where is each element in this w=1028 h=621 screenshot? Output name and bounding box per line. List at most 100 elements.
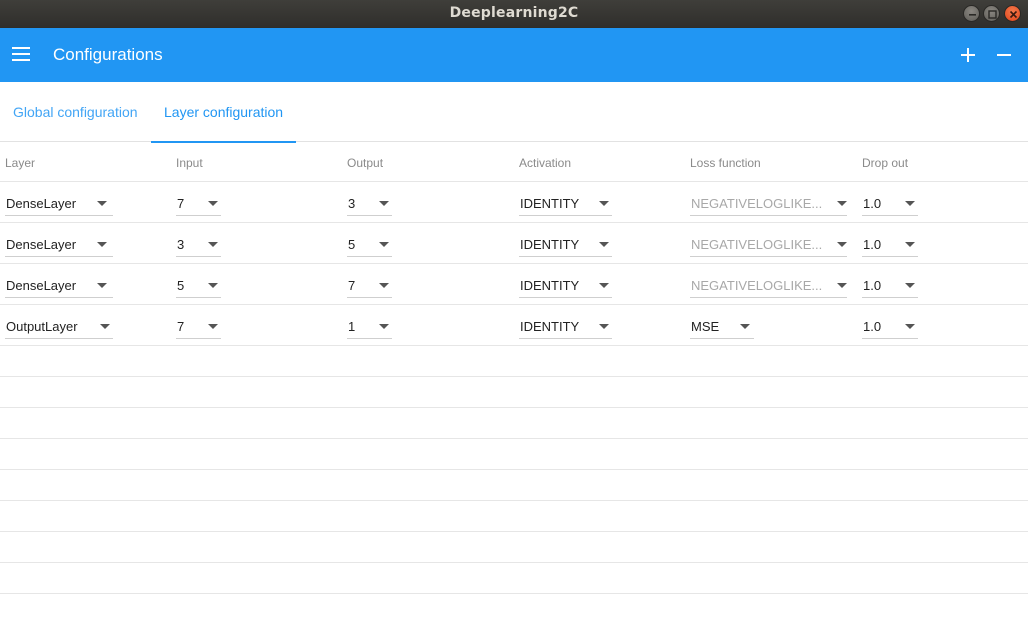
dropdown-arrow-icon: [599, 324, 609, 329]
loss-function-select[interactable]: NEGATIVELOGLIKE...: [690, 231, 847, 257]
empty-row: [0, 346, 1028, 377]
dropdown-arrow-icon: [208, 324, 218, 329]
layer-type-select[interactable]: DenseLayer: [5, 190, 113, 216]
dropdown-arrow-icon: [97, 283, 107, 288]
window-minimize-button[interactable]: [963, 5, 980, 22]
layer-type-select[interactable]: DenseLayer: [5, 272, 113, 298]
loss-function-select[interactable]: NEGATIVELOGLIKE...: [690, 190, 847, 216]
loss-function-value: NEGATIVELOGLIKE...: [691, 237, 823, 252]
dropdown-arrow-icon: [208, 242, 218, 247]
layer-type-value: DenseLayer: [6, 196, 77, 211]
dropdown-arrow-icon: [208, 201, 218, 206]
dropdown-arrow-icon: [740, 324, 750, 329]
close-icon: [1009, 10, 1018, 19]
window-titlebar: Deeplearning2C: [0, 0, 1028, 28]
output-value: 3: [348, 196, 356, 211]
output-select[interactable]: 3: [347, 190, 392, 216]
dropdown-arrow-icon: [208, 283, 218, 288]
activation-select[interactable]: IDENTITY: [519, 190, 612, 216]
layer-table: Layer Input Output Activation Loss funct…: [0, 142, 1028, 594]
tab-bar: Global configuration Layer configuration: [0, 82, 1028, 143]
dropdown-arrow-icon: [905, 324, 915, 329]
dropout-value: 1.0: [863, 278, 882, 293]
output-select[interactable]: 7: [347, 272, 392, 298]
dropout-select[interactable]: 1.0: [862, 231, 918, 257]
header-input: Input: [176, 156, 203, 170]
tab-layer-configuration[interactable]: Layer configuration: [151, 82, 297, 143]
table-row: OutputLayer 7 1 IDENTITY MSE 1.0: [0, 305, 1028, 346]
loss-function-value: NEGATIVELOGLIKE...: [691, 278, 823, 293]
minimize-icon: [969, 14, 976, 16]
input-value: 3: [177, 237, 185, 252]
empty-row: [0, 563, 1028, 594]
window-title: Deeplearning2C: [449, 5, 579, 21]
dropdown-arrow-icon: [837, 201, 847, 206]
layer-type-value: OutputLayer: [6, 319, 78, 334]
header-layer: Layer: [5, 156, 36, 170]
empty-row: [0, 377, 1028, 408]
loss-function-select[interactable]: MSE: [690, 313, 754, 339]
plus-icon: [961, 48, 975, 62]
dropdown-arrow-icon: [905, 242, 915, 247]
layer-type-value: DenseLayer: [6, 278, 77, 293]
output-value: 7: [348, 278, 356, 293]
dropdown-arrow-icon: [379, 242, 389, 247]
dropout-select[interactable]: 1.0: [862, 190, 918, 216]
empty-row: [0, 532, 1028, 563]
input-select[interactable]: 7: [176, 313, 221, 339]
layer-type-select[interactable]: DenseLayer: [5, 231, 113, 257]
input-select[interactable]: 7: [176, 190, 221, 216]
page-title: Configurations: [53, 45, 163, 64]
layer-type-select[interactable]: OutputLayer: [5, 313, 113, 339]
output-select[interactable]: 1: [347, 313, 392, 339]
activation-select[interactable]: IDENTITY: [519, 231, 612, 257]
minus-icon: [997, 54, 1011, 56]
remove-layer-button[interactable]: [994, 45, 1014, 65]
dropdown-arrow-icon: [599, 242, 609, 247]
window-maximize-button[interactable]: [983, 5, 1000, 22]
dropout-select[interactable]: 1.0: [862, 313, 918, 339]
dropdown-arrow-icon: [97, 242, 107, 247]
dropdown-arrow-icon: [379, 324, 389, 329]
activation-select[interactable]: IDENTITY: [519, 272, 612, 298]
dropdown-arrow-icon: [379, 283, 389, 288]
window-close-button[interactable]: [1004, 5, 1021, 22]
loss-function-select[interactable]: NEGATIVELOGLIKE...: [690, 272, 847, 298]
dropout-select[interactable]: 1.0: [862, 272, 918, 298]
table-row: DenseLayer 5 7 IDENTITY NEGATIVELOGLIKE.…: [0, 264, 1028, 305]
table-header: Layer Input Output Activation Loss funct…: [0, 142, 1028, 182]
dropout-value: 1.0: [863, 319, 882, 334]
input-select[interactable]: 3: [176, 231, 221, 257]
empty-row: [0, 408, 1028, 439]
dropdown-arrow-icon: [599, 201, 609, 206]
output-value: 5: [348, 237, 356, 252]
add-layer-button[interactable]: [958, 45, 978, 65]
dropdown-arrow-icon: [379, 201, 389, 206]
output-select[interactable]: 5: [347, 231, 392, 257]
input-value: 7: [177, 319, 185, 334]
table-row: DenseLayer 3 5 IDENTITY NEGATIVELOGLIKE.…: [0, 223, 1028, 264]
loss-function-value: NEGATIVELOGLIKE...: [691, 196, 823, 211]
dropdown-arrow-icon: [97, 201, 107, 206]
activation-select[interactable]: IDENTITY: [519, 313, 612, 339]
menu-icon[interactable]: [12, 47, 30, 61]
header-activation: Activation: [519, 156, 572, 170]
activation-value: IDENTITY: [520, 278, 580, 293]
dropout-value: 1.0: [863, 237, 882, 252]
empty-row: [0, 439, 1028, 470]
dropdown-arrow-icon: [905, 201, 915, 206]
tab-global-configuration[interactable]: Global configuration: [0, 82, 151, 142]
app-bar: Configurations: [0, 28, 1028, 82]
input-select[interactable]: 5: [176, 272, 221, 298]
activation-value: IDENTITY: [520, 196, 580, 211]
activation-value: IDENTITY: [520, 319, 580, 334]
dropdown-arrow-icon: [905, 283, 915, 288]
dropdown-arrow-icon: [599, 283, 609, 288]
empty-row: [0, 470, 1028, 501]
maximize-icon: [988, 10, 997, 19]
header-drop-out: Drop out: [862, 156, 909, 170]
output-value: 1: [348, 319, 356, 334]
loss-function-value: MSE: [691, 319, 720, 334]
activation-value: IDENTITY: [520, 237, 580, 252]
header-loss-function: Loss function: [690, 156, 761, 170]
